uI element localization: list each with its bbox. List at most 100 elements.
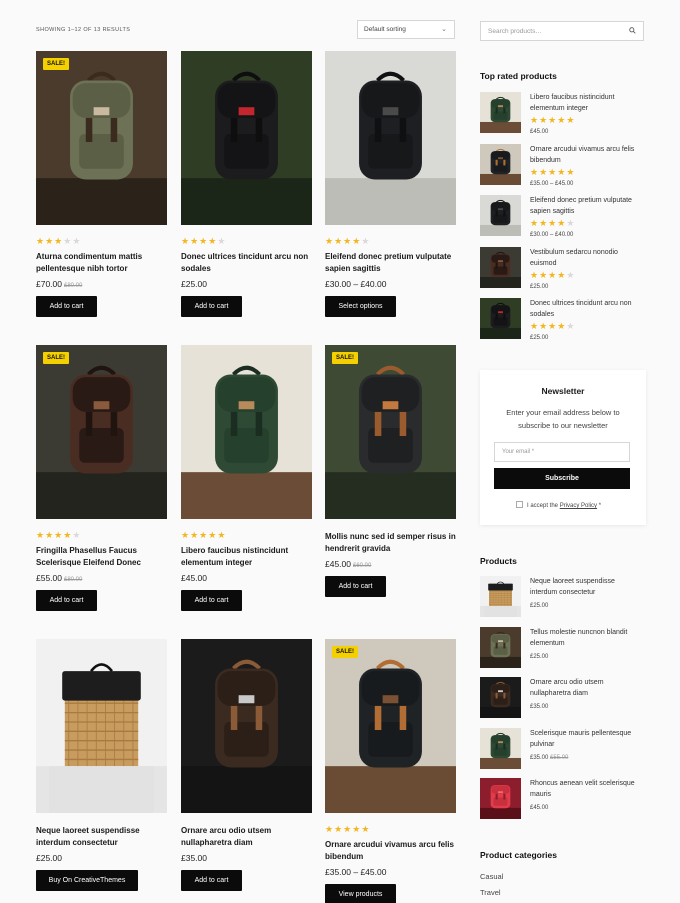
top-rated-item[interactable]: Libero faucibus nistincidunt elementum i… [480, 92, 646, 136]
star-icon: ★ [566, 321, 576, 331]
product-button[interactable]: Buy On CreativeThemes [36, 870, 138, 891]
sale-badge: SALE! [332, 646, 358, 658]
product-card[interactable]: SALE! ★★★★★ Aturna condimentum mattis pell… [36, 51, 167, 317]
product-name[interactable]: Rhoncus aenean velit scelerisque mauris [530, 778, 642, 800]
category-link[interactable]: Casual [480, 872, 503, 881]
product-name[interactable]: Eleifend donec pretium vulputate sapien … [530, 195, 642, 217]
top-rated-item[interactable]: Donec ultrices tincidunt arcu non sodale… [480, 298, 646, 342]
star-icon: ★ [548, 115, 558, 125]
star-icon: ★ [548, 269, 558, 280]
star-icon: ★ [208, 530, 218, 540]
search-input[interactable]: Search products… [480, 21, 644, 41]
product-name[interactable]: Libero faucibus nistincidunt elementum i… [530, 92, 642, 114]
price-current: £45.00 [530, 129, 549, 135]
product-title[interactable]: Mollis nunc sed id semper risus in hendr… [325, 531, 456, 555]
product-button[interactable]: Add to cart [181, 590, 242, 611]
product-title[interactable]: Eleifend donec pretium vulputate sapien … [325, 251, 456, 275]
price-old: £80.00 [64, 283, 83, 289]
product-image[interactable]: SALE! [36, 51, 167, 225]
product-button[interactable]: Select options [325, 296, 396, 317]
product-name[interactable]: Tellus molestie nuncnon blandit elementu… [530, 627, 642, 649]
product-title[interactable]: Fringilla Phasellus Faucus Scelerisque E… [36, 545, 167, 569]
top-rated-item[interactable]: Eleifend donec pretium vulputate sapien … [480, 195, 646, 239]
consent-prefix: I accept the [527, 503, 559, 509]
product-button[interactable]: Add to cart [36, 590, 97, 611]
product-price: £30.00 – £40.00 [325, 279, 386, 289]
sort-select[interactable]: Default sorting ⌄ [357, 20, 455, 39]
top-rated-title: Top rated products [480, 71, 557, 81]
product-card[interactable]: ★★★★★ Donec ultrices tincidunt arcu non s… [181, 51, 312, 317]
product-card[interactable]: ★★★★★ Eleifend donec pretium vulputate sa… [325, 51, 456, 317]
products-widget-item[interactable]: Ornare arcu odio utsem nullapharetra dia… [480, 677, 646, 721]
product-price: £35.00 £55.00 [530, 755, 568, 761]
top-rated-item[interactable]: Vestibulum sedarcu nonodio euismod ★★★★★ £… [480, 246, 646, 291]
product-thumbnail[interactable] [480, 626, 521, 668]
search-icon [629, 27, 636, 36]
product-image[interactable] [181, 639, 312, 813]
product-image[interactable] [181, 51, 312, 225]
price-current: £25.00 [36, 853, 62, 863]
category-link[interactable]: Travel [480, 888, 501, 897]
product-price: £25.00 [530, 654, 548, 660]
product-name[interactable]: Donec ultrices tincidunt arcu non sodale… [530, 298, 642, 320]
product-image[interactable] [181, 345, 312, 519]
product-image[interactable]: SALE! [325, 345, 456, 519]
star-icon: ★ [539, 321, 549, 331]
products-widget-item[interactable]: Scelerisque mauris pellentesque pulvinar… [480, 727, 646, 772]
privacy-policy-link[interactable]: Privacy Policy [560, 503, 597, 509]
product-title[interactable]: Donec ultrices tincidunt arcu non sodale… [181, 251, 312, 275]
email-field[interactable]: Your email * [494, 442, 630, 462]
star-icon: ★ [530, 269, 540, 280]
product-thumbnail[interactable] [480, 92, 521, 133]
product-thumbnail[interactable] [480, 195, 521, 236]
product-thumbnail[interactable] [480, 576, 521, 617]
product-card[interactable]: Neque laoreet suspendisse interdum conse… [36, 639, 167, 891]
star-icon: ★ [530, 321, 540, 331]
products-widget-item[interactable]: Rhoncus aenean velit scelerisque mauris £… [480, 778, 646, 822]
product-title[interactable]: Libero faucibus nistincidunt elementum i… [181, 545, 312, 569]
product-button[interactable]: Add to cart [181, 870, 242, 891]
product-thumbnail[interactable] [480, 677, 521, 718]
star-icon: ★ [548, 321, 558, 331]
product-thumbnail[interactable] [480, 246, 521, 288]
product-card[interactable]: ★★★★★ Libero faucibus nistincidunt elemen… [181, 345, 312, 611]
product-button[interactable]: Add to cart [181, 296, 242, 317]
product-image[interactable]: SALE! [325, 639, 456, 813]
product-name[interactable]: Scelerisque mauris pellentesque pulvinar [530, 728, 642, 750]
product-button[interactable]: Add to cart [325, 576, 386, 597]
star-icon: ★ [190, 236, 200, 246]
consent-checkbox[interactable] [516, 501, 523, 508]
product-price: £35.00 – £45.00 [530, 181, 573, 187]
product-card[interactable]: SALE! ★★★★★ Fringilla Phasellus Faucus Sce… [36, 345, 167, 611]
products-widget-item[interactable]: Tellus molestie nuncnon blandit elementu… [480, 626, 646, 671]
star-icon: ★ [54, 530, 64, 540]
star-icon: ★ [217, 236, 227, 246]
product-price: £25.00 [530, 335, 548, 341]
product-image[interactable]: SALE! [36, 345, 167, 519]
product-card[interactable]: Ornare arcu odio utsem nullapharetra dia… [181, 639, 312, 891]
products-widget-item[interactable]: Neque laoreet suspendisse interdum conse… [480, 576, 646, 620]
product-thumbnail[interactable] [480, 727, 521, 769]
consent-required-mark: * [598, 503, 602, 509]
product-thumbnail[interactable] [480, 298, 521, 339]
product-title[interactable]: Aturna condimentum mattis pellentesque n… [36, 251, 167, 275]
subscribe-button[interactable]: Subscribe [494, 468, 630, 489]
product-title[interactable]: Neque laoreet suspendisse interdum conse… [36, 825, 167, 849]
product-title[interactable]: Ornare arcu odio utsem nullapharetra dia… [181, 825, 312, 849]
product-image[interactable] [325, 51, 456, 225]
product-name[interactable]: Neque laoreet suspendisse interdum conse… [530, 576, 642, 598]
product-price: £25.00 [530, 603, 548, 609]
product-image[interactable] [36, 639, 167, 813]
product-name[interactable]: Ornare arcu odio utsem nullapharetra dia… [530, 677, 642, 699]
product-name[interactable]: Vestibulum sedarcu nonodio euismod [530, 247, 642, 269]
product-thumbnail[interactable] [480, 143, 521, 185]
product-name[interactable]: Ornare arcudui vivamus arcu felis bibend… [530, 144, 642, 166]
product-button[interactable]: Add to cart [36, 296, 97, 317]
product-thumbnail[interactable] [480, 778, 521, 819]
star-icon: ★ [343, 236, 353, 246]
product-card[interactable]: SALE! Mollis nunc sed id semper risus in … [325, 345, 456, 597]
product-button[interactable]: View products [325, 884, 396, 903]
top-rated-item[interactable]: Ornare arcudui vivamus arcu felis bibend… [480, 143, 646, 188]
product-card[interactable]: SALE! ★★★★★ Ornare arcudui vivamus arcu fe… [325, 639, 456, 903]
product-title[interactable]: Ornare arcudui vivamus arcu felis bibend… [325, 839, 456, 863]
